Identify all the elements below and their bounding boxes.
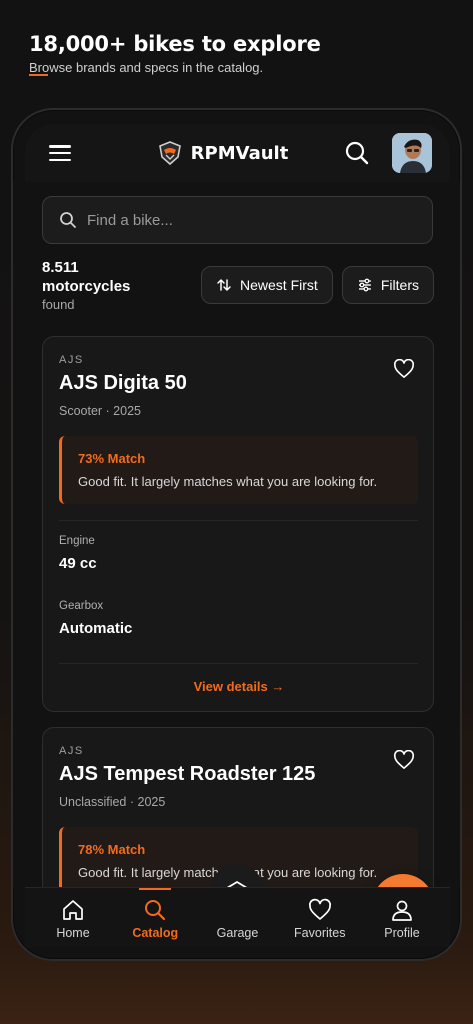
promo-title: 18,000+ bikes to explore bbox=[29, 32, 321, 56]
heart-icon[interactable] bbox=[393, 359, 415, 379]
sort-label: Newest First bbox=[240, 277, 318, 293]
results-found: found bbox=[42, 297, 75, 312]
heart-icon bbox=[308, 898, 331, 920]
bottom-tab-bar: Home Catalog Garage Favorites Profile bbox=[25, 887, 450, 947]
filters-label: Filters bbox=[380, 277, 419, 293]
bike-model: AJS Digita 50 bbox=[59, 372, 187, 394]
home-icon bbox=[63, 900, 83, 920]
bike-brand: AJS bbox=[59, 354, 84, 366]
brand[interactable]: RPMVault bbox=[157, 140, 289, 166]
menu-icon bbox=[49, 145, 71, 148]
search-field[interactable] bbox=[42, 196, 433, 244]
tab-label: Garage bbox=[216, 926, 259, 940]
heart-icon[interactable] bbox=[393, 750, 415, 770]
tab-label: Home bbox=[56, 926, 90, 940]
sort-icon bbox=[217, 279, 231, 291]
tab-favorites[interactable]: Favorites bbox=[284, 888, 356, 947]
tab-label: Catalog bbox=[132, 926, 179, 940]
results-count: 8.511 motorcycles found bbox=[42, 258, 130, 314]
promo-subtitle: Browse brands and specs in the catalog. bbox=[29, 60, 264, 75]
sliders-icon bbox=[358, 278, 371, 292]
match-percent: 78% Match bbox=[78, 842, 146, 857]
app-name: RPMVault bbox=[190, 142, 289, 164]
search-icon bbox=[145, 900, 166, 921]
match-box: 73% Match Good fit. It largely matches w… bbox=[59, 436, 418, 504]
bike-card[interactable]: AJS AJS Digita 50 Scooter · 2025 73% Mat… bbox=[42, 336, 434, 712]
search-icon bbox=[60, 212, 76, 228]
filters-button[interactable]: Filters bbox=[342, 266, 434, 304]
search-input[interactable] bbox=[87, 211, 387, 229]
gearbox-value: Automatic bbox=[59, 620, 133, 637]
menu-button[interactable] bbox=[49, 145, 71, 161]
user-icon bbox=[392, 900, 412, 921]
phone-frame: RPMVault Find a bike... 8.511 motorcycle… bbox=[11, 108, 462, 961]
bike-meta: Scooter · 2025 bbox=[59, 404, 141, 418]
bike-brand: AJS bbox=[59, 745, 84, 757]
tab-label: Profile bbox=[384, 926, 420, 940]
engine-label: Engine bbox=[59, 535, 95, 547]
tab-label: Favorites bbox=[294, 926, 346, 940]
gearbox-label: Gearbox bbox=[59, 600, 104, 612]
match-percent: 73% Match bbox=[78, 451, 146, 466]
app-header: RPMVault bbox=[25, 124, 450, 182]
divider bbox=[59, 520, 418, 521]
results-number: 8.511 bbox=[42, 259, 79, 276]
bike-meta: Unclassified · 2025 bbox=[59, 795, 166, 809]
match-description: Good fit. It largely matches what you ar… bbox=[78, 474, 378, 489]
tab-catalog[interactable]: Catalog bbox=[119, 888, 191, 947]
view-details-link[interactable]: View details → bbox=[43, 679, 435, 694]
catalog-content: 8.511 motorcycles found Newest First Fil… bbox=[13, 182, 460, 887]
bike-model: AJS Tempest Roadster 125 bbox=[59, 763, 316, 785]
sort-button[interactable]: Newest First bbox=[201, 266, 333, 304]
avatar-image bbox=[392, 133, 432, 173]
tab-home[interactable]: Home bbox=[37, 888, 109, 947]
avatar[interactable] bbox=[392, 133, 432, 173]
tab-profile[interactable]: Profile bbox=[366, 888, 438, 947]
divider bbox=[59, 663, 418, 664]
shield-logo-icon bbox=[158, 141, 181, 166]
tab-garage[interactable]: Garage bbox=[202, 888, 274, 947]
engine-value: 49 cc bbox=[59, 555, 97, 572]
results-label: motorcycles bbox=[42, 278, 131, 295]
promo-underline bbox=[29, 74, 48, 76]
bike-card[interactable]: AJS AJS Tempest Roadster 125 Unclassifie… bbox=[42, 727, 434, 887]
search-icon[interactable] bbox=[344, 140, 370, 166]
promo-banner: 18,000+ bikes to explore Browse brands a… bbox=[29, 32, 321, 76]
